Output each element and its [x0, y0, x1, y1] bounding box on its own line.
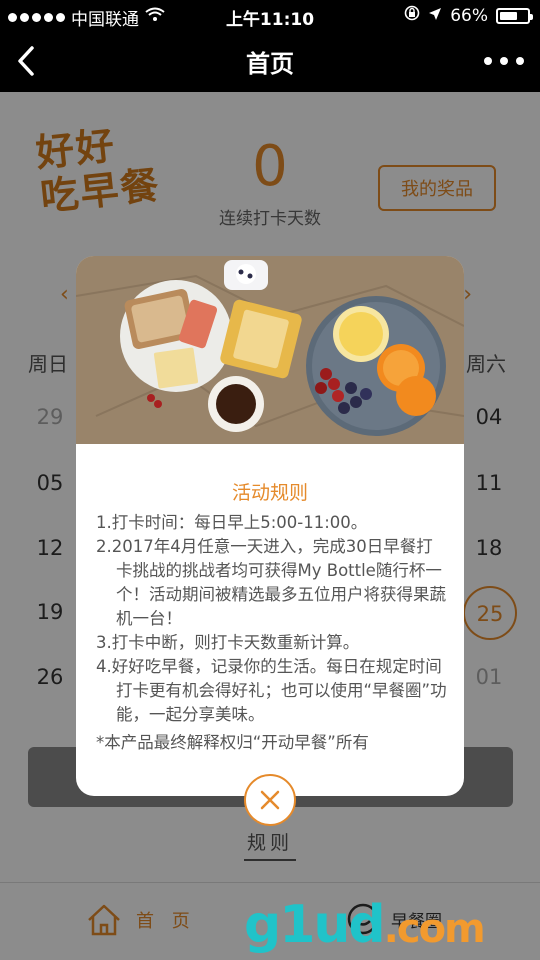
- close-modal-button[interactable]: [240, 770, 300, 830]
- rule-item: 1.打卡时间：每日早上5:00-11:00。: [96, 513, 368, 532]
- status-bar: 中国联通 上午11:10 66%: [0, 0, 540, 30]
- more-button[interactable]: [484, 48, 524, 74]
- battery-level: [500, 11, 518, 20]
- rules-modal: 活动规则 1.打卡时间：每日早上5:00-11:00。 2.2017年4月任意一…: [76, 256, 464, 796]
- battery-percent: 66%: [450, 5, 488, 26]
- rotation-lock-icon: [404, 5, 420, 26]
- rules-list: 1.打卡时间：每日早上5:00-11:00。 2.2017年4月任意一天进入，完…: [96, 511, 448, 727]
- breakfast-photo: [76, 256, 464, 444]
- close-icon: [260, 790, 280, 810]
- battery-icon: [496, 7, 533, 24]
- status-right: 66%: [404, 5, 533, 26]
- nav-bar: 首页: [0, 30, 540, 92]
- rule-item: 3.打卡中断，则打卡天数重新计算。: [96, 633, 360, 652]
- modal-title: 活动规则: [231, 482, 308, 504]
- rule-item: 4.好好吃早餐，记录你的生活。每日在规定时间打卡更有机会得好礼；也可以使用“早餐…: [96, 657, 447, 724]
- rule-item: 2.2017年4月任意一天进入，完成30日早餐打卡挑战的挑战者均可获得My Bo…: [96, 537, 446, 628]
- location-arrow-icon: [428, 6, 442, 26]
- watermark-logo: g1ud.com: [244, 895, 486, 955]
- copyright-note: *本产品最终解释权归“开动早餐”所有: [96, 733, 369, 752]
- page-title: 首页: [246, 50, 294, 78]
